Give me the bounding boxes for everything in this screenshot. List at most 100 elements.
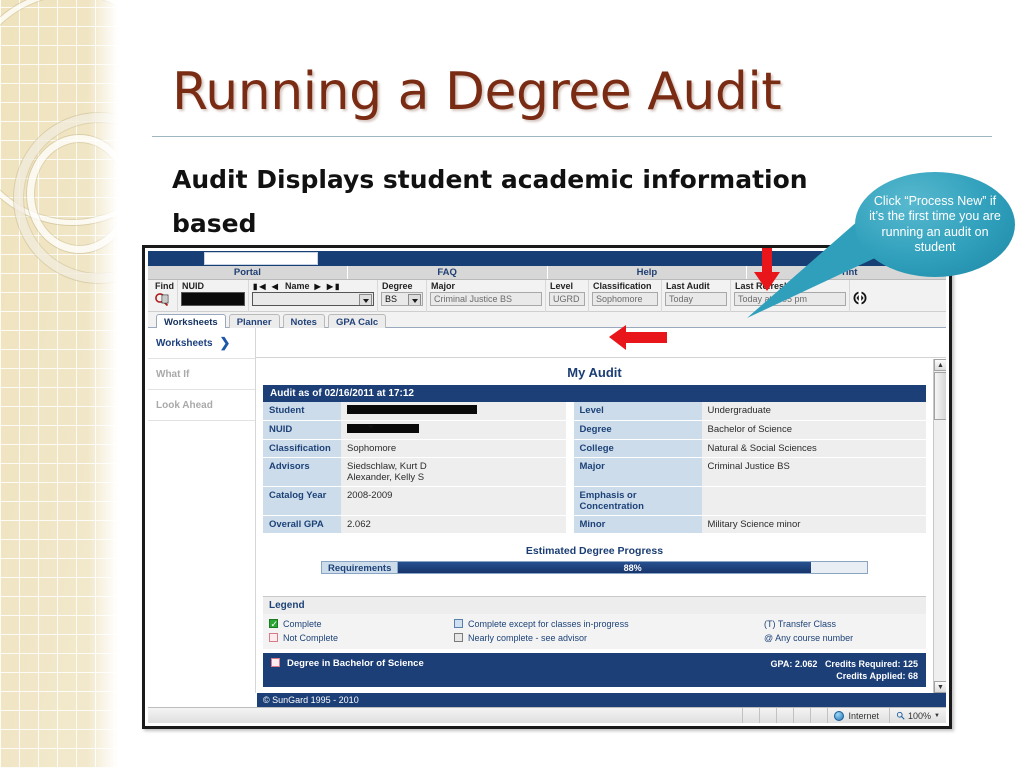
field-nuid[interactable]: NUID (178, 280, 249, 312)
sidebar-item-what-if[interactable]: What If (148, 359, 255, 390)
legend-label: (T) Transfer Class (764, 619, 837, 629)
field-label: Last Audit (666, 281, 710, 291)
chevron-down-icon[interactable]: ▼ (934, 713, 940, 719)
legend-label: @ Any course number (764, 633, 854, 643)
row-value: 2008-2009 (341, 486, 566, 516)
nav-tab-faq[interactable]: FAQ (348, 266, 548, 279)
row-label: Catalog Year (263, 486, 341, 516)
left-nav-column: Worksheets ❯ What If Look Ahead (148, 328, 256, 693)
field-major[interactable]: Major Criminal Justice BS (427, 280, 546, 312)
field-value[interactable]: BS (381, 292, 423, 306)
progress-percent-text: 88% (623, 562, 642, 573)
row-label: Degree (573, 420, 702, 440)
worksheet-controls-row: Format: Student View View Save as PDF Pr… (148, 328, 946, 433)
progress-label: Requirements (321, 561, 398, 574)
field-label: ▮◀ ◀ Name ▶ ▶▮ (253, 281, 342, 291)
row-label: Level (573, 402, 702, 421)
scroll-down-arrow-icon[interactable]: ▼ (934, 681, 946, 693)
audit-content-body: My Audit Audit as of 02/16/2011 at 17:12… (257, 359, 932, 693)
table-row: NUID Degree Bachelor of Science (263, 420, 926, 440)
page-title: Running a Degree Audit (172, 62, 782, 122)
app-logo-placeholder (204, 252, 318, 265)
audit-summary-table: Student Level Undergraduate NUID Degree Bache… (263, 402, 926, 534)
field-value[interactable]: Sophomore (592, 292, 658, 306)
legend-cell: @ Any course number (754, 631, 920, 645)
row-label: NUID (263, 420, 341, 440)
worksheet-tab-worksheets[interactable]: Worksheets (156, 314, 226, 329)
degree-gpa-line: GPA: 2.062 Credits Required: 125 (771, 658, 918, 670)
field-value[interactable]: Today (665, 292, 727, 306)
worksheet-tab-planner[interactable]: Planner (228, 314, 280, 329)
chevron-right-icon: ❯ (219, 335, 231, 350)
field-label: Degree (382, 281, 413, 291)
row-value (701, 486, 926, 516)
nav-tab-help[interactable]: Help (548, 266, 748, 279)
row-value: Bachelor of Science (701, 420, 926, 440)
row-value: Natural & Social Sciences (701, 439, 926, 458)
column-gap (565, 420, 574, 440)
legend-title: Legend (263, 597, 926, 614)
security-zone-label: Internet (848, 710, 880, 721)
nav-first-icon[interactable]: ▮◀ ◀ (253, 282, 280, 291)
nav-next-icon[interactable]: ▶ ▶▮ (314, 282, 341, 291)
legend-cell: Not Complete (269, 631, 454, 645)
legend-label: Complete except for classes in-progress (468, 619, 629, 629)
degree-summary-row[interactable]: Degree in Bachelor of Science GPA: 2.062… (263, 653, 926, 687)
column-gap (565, 457, 574, 487)
find-label: Find (155, 281, 174, 291)
field-name[interactable]: ▮◀ ◀ Name ▶ ▶▮ (249, 280, 378, 312)
row-value: Sophomore (341, 439, 566, 458)
field-label: Major (431, 281, 456, 291)
field-value[interactable]: Criminal Justice BS (430, 292, 542, 306)
decorative-background-strip (0, 0, 118, 768)
complete-swatch-icon (269, 617, 278, 631)
degree-gpa-label: GPA: (770, 659, 793, 669)
callout-bubble: Click “Process New” if it’s the first ti… (855, 172, 1015, 277)
field-classification[interactable]: Classification Sophomore (589, 280, 662, 312)
row-value-line: Siedschlaw, Kurt D (347, 461, 427, 472)
sidebar-item-worksheets[interactable]: Worksheets ❯ (148, 328, 255, 359)
progress-heading: Estimated Degree Progress (525, 545, 664, 557)
zoom-control[interactable]: 100% ▼ (889, 708, 946, 723)
field-value[interactable]: UGRD (549, 292, 585, 306)
security-zone[interactable]: Internet (827, 708, 889, 723)
row-label: Major (573, 457, 702, 487)
worksheet-tab-notes[interactable]: Notes (282, 314, 325, 329)
credits-required-value: 125 (902, 659, 918, 669)
table-row: Catalog Year 2008-2009 Emphasis or Concent… (263, 486, 926, 516)
row-label: Student (263, 402, 341, 421)
browser-viewport: Portal FAQ Help Print Find NUID ▮◀ ◀ Name ▶ … (148, 251, 946, 723)
field-label: NUID (182, 281, 204, 291)
credits-required-label: Credits Required: (824, 659, 901, 669)
scroll-up-arrow-icon[interactable]: ▲ (934, 359, 946, 371)
field-last-audit[interactable]: Last Audit Today (662, 280, 731, 312)
row-value (341, 402, 566, 421)
redacted-value (347, 424, 419, 433)
scrollbar-thumb[interactable] (934, 372, 946, 420)
zoom-magnifier-icon (896, 711, 905, 720)
vertical-scrollbar[interactable]: ▲ ▼ (933, 359, 946, 693)
row-value-line: 2.062 (347, 519, 371, 530)
row-label: Overall GPA (263, 515, 341, 534)
red-arrow-left-process-new (609, 325, 667, 350)
row-label: Minor (573, 515, 702, 534)
field-value[interactable] (252, 292, 374, 306)
find-control[interactable]: Find (151, 280, 178, 312)
credits-applied-value: 68 (907, 671, 918, 681)
nav-tab-portal[interactable]: Portal (148, 266, 348, 279)
row-value: Siedschlaw, Kurt D Alexander, Kelly S (341, 457, 566, 487)
row-label: Classification (263, 439, 341, 458)
degree-gpa-value: 2.062 (794, 659, 818, 669)
browser-status-bar: Internet 100% ▼ (148, 707, 946, 723)
row-value-line: Alexander, Kelly S (347, 472, 425, 483)
internet-globe-icon (834, 710, 845, 721)
degree-summary-title: Degree in Bachelor of Science (287, 658, 424, 669)
worksheet-tab-gpa-calc[interactable]: GPA Calc (327, 314, 387, 329)
field-level[interactable]: Level UGRD (546, 280, 589, 312)
field-degree[interactable]: Degree BS (378, 280, 427, 312)
status-cell (776, 708, 793, 723)
sidebar-item-look-ahead[interactable]: Look Ahead (148, 390, 255, 421)
search-icon[interactable] (154, 292, 170, 308)
field-value[interactable] (181, 292, 245, 306)
row-label: Emphasis or Concentration (573, 486, 702, 516)
